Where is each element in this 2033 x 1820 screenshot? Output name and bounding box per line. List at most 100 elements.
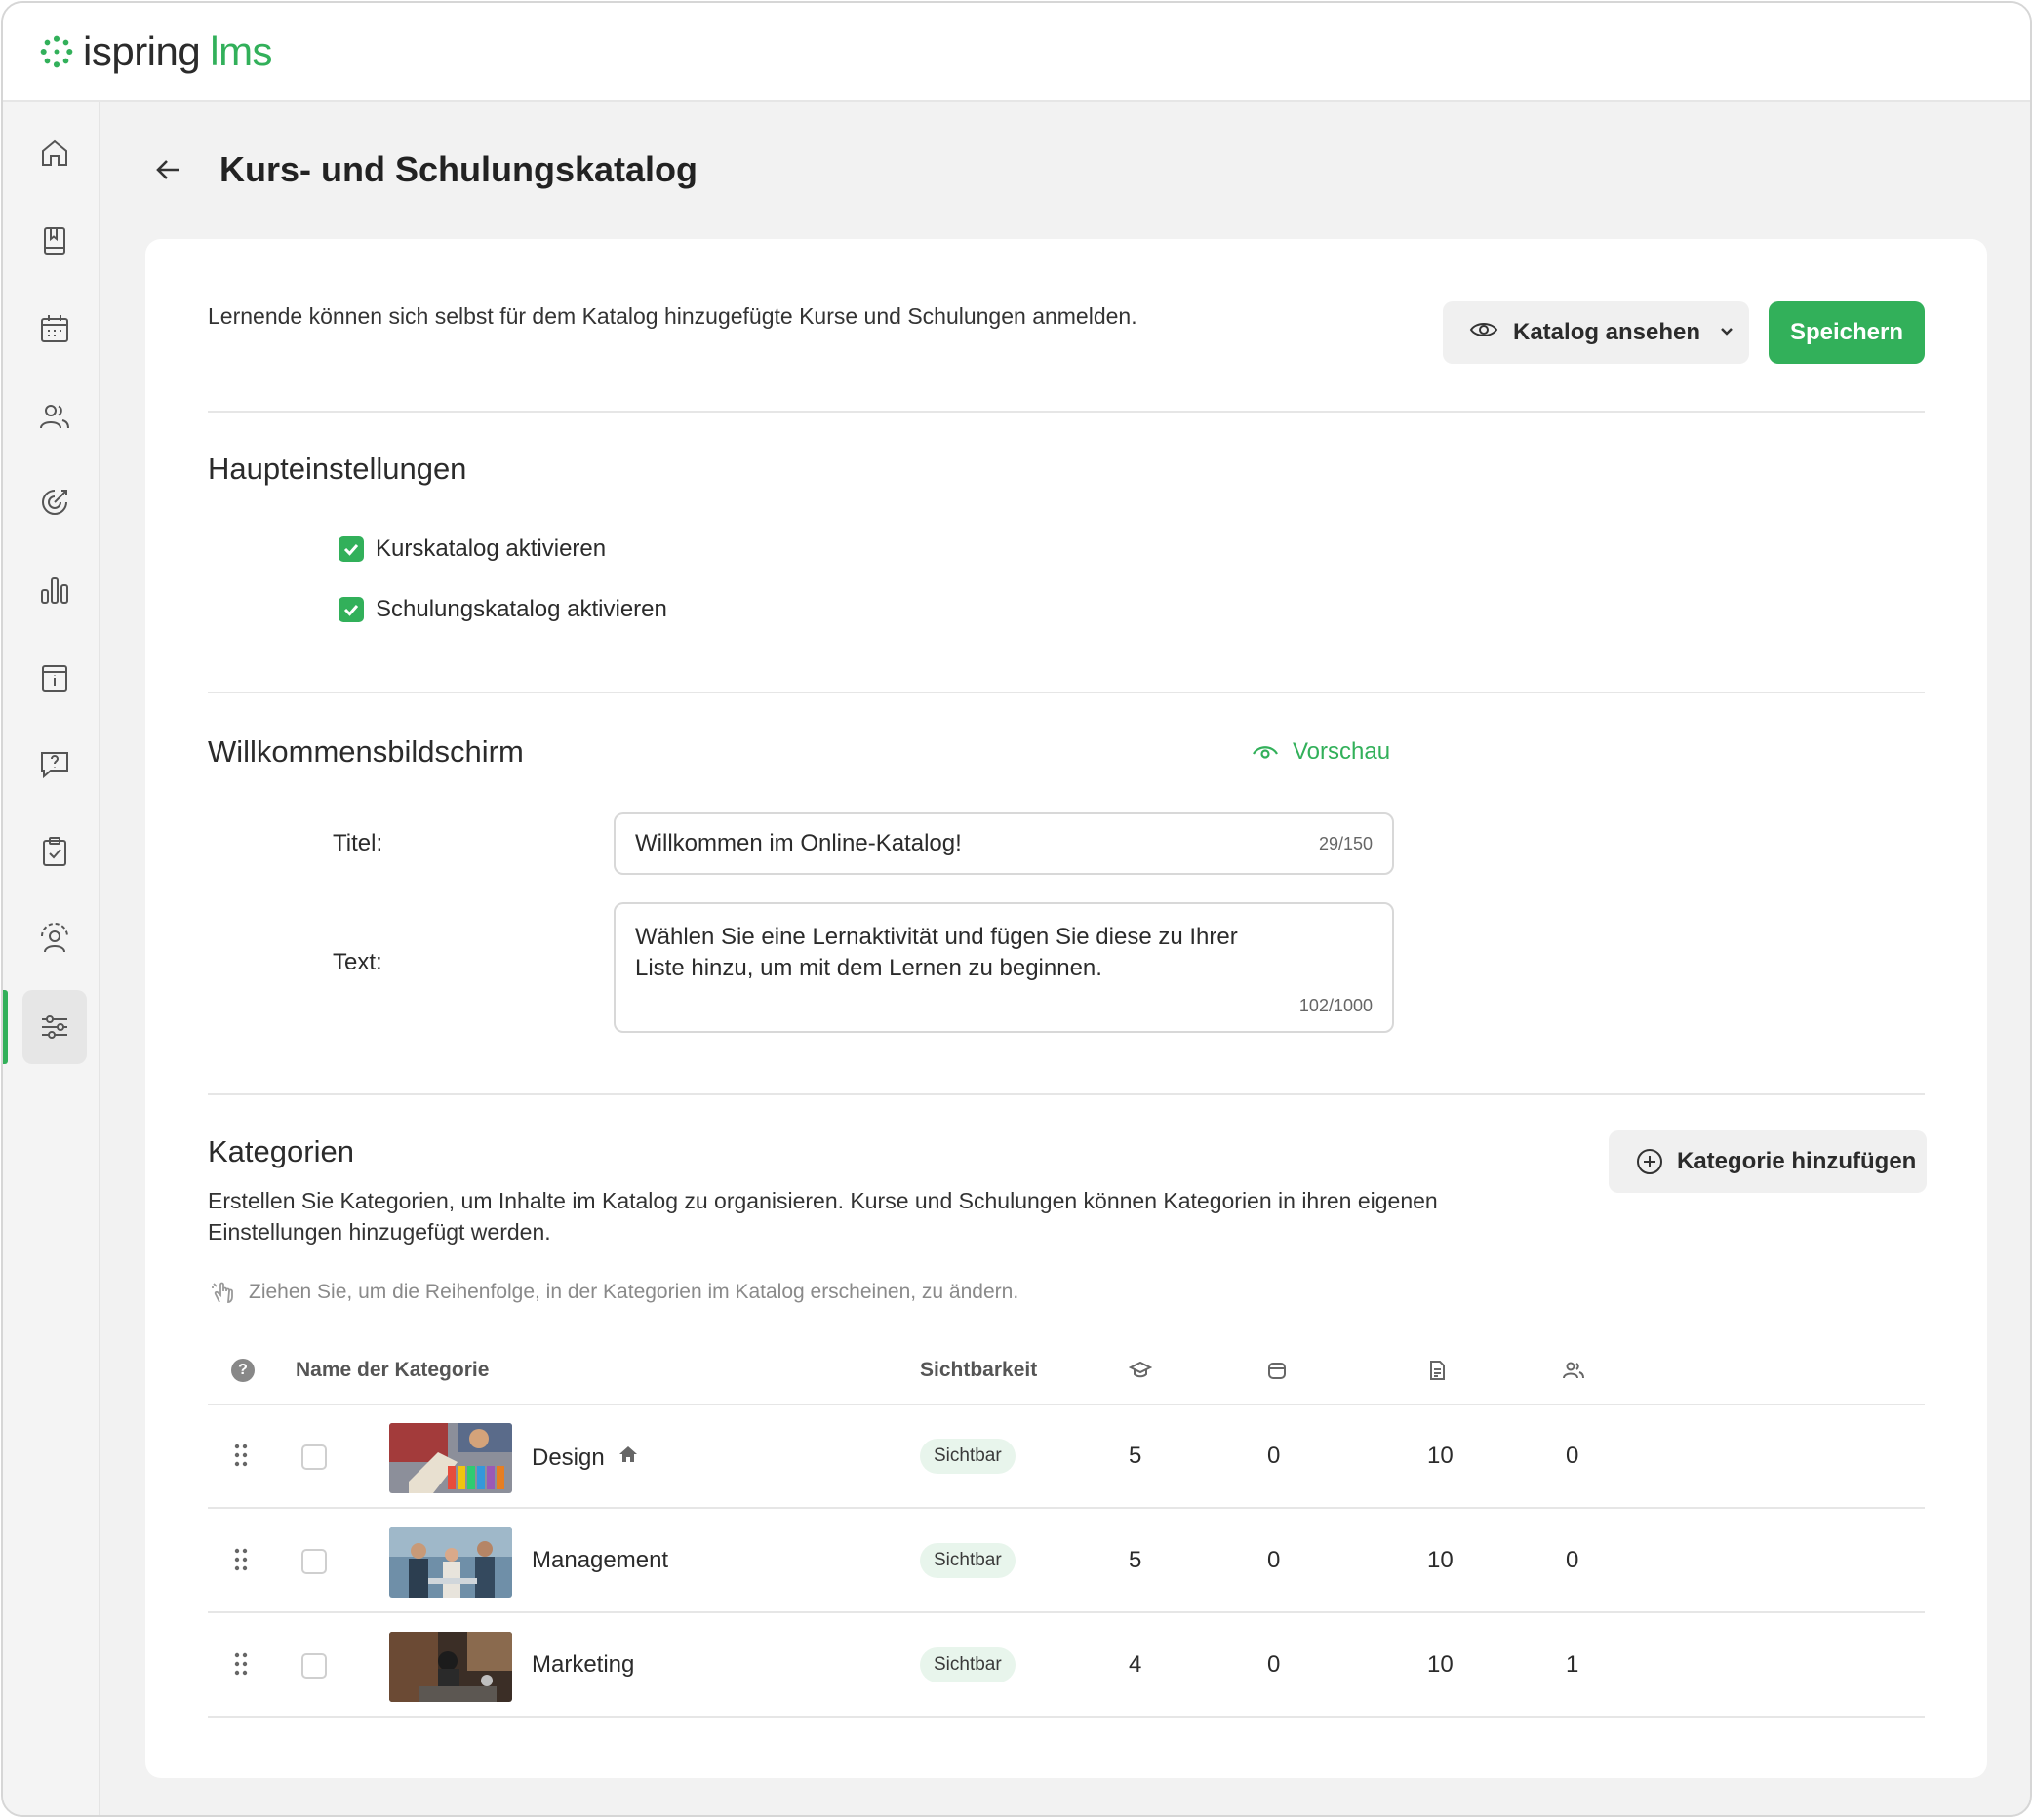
documents-count: 10 xyxy=(1427,1547,1454,1573)
welcome-title: Willkommensbildschirm xyxy=(208,734,524,769)
training-icon xyxy=(1268,1363,1286,1379)
visibility-badge: Sichtbar xyxy=(920,1543,1016,1578)
table-row[interactable]: Marketing Sichtbar 4 0 10 1 xyxy=(208,1614,1925,1718)
top-bar: ispring lms xyxy=(3,3,2030,102)
row-checkbox[interactable] xyxy=(301,1653,327,1679)
sidebar-item-settings[interactable] xyxy=(22,990,87,1064)
category-name-text: Marketing xyxy=(532,1651,635,1678)
divider xyxy=(208,692,1925,693)
sidebar-item-tasks[interactable] xyxy=(22,814,87,889)
target-icon xyxy=(42,490,67,515)
plus-circle-icon xyxy=(1637,1149,1662,1174)
column-header-trainings[interactable] xyxy=(1265,1359,1289,1388)
column-header-visibility[interactable]: Sichtbarkeit xyxy=(920,1359,1037,1382)
row-divider xyxy=(208,1716,1925,1718)
back-button[interactable] xyxy=(149,150,188,189)
save-button[interactable]: Speichern xyxy=(1769,301,1925,364)
category-name[interactable]: Management xyxy=(532,1547,668,1574)
user-gear-icon xyxy=(41,923,68,953)
drag-handle-icon[interactable] xyxy=(233,1651,249,1677)
drag-handle-icon[interactable] xyxy=(233,1443,249,1468)
text-input-line2: Liste hinzu, um mit dem Lernen zu beginn… xyxy=(635,955,1102,981)
text-field-label: Text: xyxy=(333,949,382,975)
text-input-line1: Wählen Sie eine Lernaktivität und fügen … xyxy=(635,924,1238,950)
sidebar-item-calendar[interactable] xyxy=(22,292,87,366)
trainings-count: 0 xyxy=(1267,1443,1281,1469)
logo-text-sub: lms xyxy=(210,28,273,74)
category-name-text: Management xyxy=(532,1547,669,1573)
active-indicator xyxy=(3,990,8,1064)
logo-text-main: ispring xyxy=(83,28,201,74)
preview-link[interactable]: Vorschau xyxy=(1250,736,1390,768)
text-input[interactable]: Wählen Sie eine Lernaktivität und fügen … xyxy=(614,902,1394,1033)
preview-label: Vorschau xyxy=(1293,738,1391,765)
sidebar-item-home[interactable] xyxy=(22,116,87,190)
row-checkbox[interactable] xyxy=(301,1444,327,1470)
row-checkbox[interactable] xyxy=(301,1549,327,1574)
view-catalog-button[interactable]: Katalog ansehen xyxy=(1443,301,1749,364)
sliders-icon xyxy=(42,1015,67,1039)
category-thumbnail-marketing xyxy=(389,1632,512,1702)
sidebar-item-profile-settings[interactable] xyxy=(22,902,87,976)
title-field-label: Titel: xyxy=(333,830,383,856)
sidebar-item-goals[interactable] xyxy=(22,465,87,539)
sidebar-item-reports[interactable] xyxy=(22,553,87,627)
divider xyxy=(208,1093,1925,1095)
drag-hint-text: Ziehen Sie, um die Reihenfolge, in der K… xyxy=(249,1281,1019,1303)
eye-icon xyxy=(1469,322,1498,336)
groups-count: 0 xyxy=(1566,1547,1579,1573)
column-header-name[interactable]: Name der Kategorie xyxy=(296,1359,489,1382)
category-name[interactable]: Design xyxy=(532,1443,640,1473)
drag-handle-icon[interactable] xyxy=(233,1547,249,1572)
book-icon xyxy=(44,227,65,255)
app-window: ispring lms Kurs- und Schulungskatalog L… xyxy=(1,1,2032,1817)
categories-title: Kategorien xyxy=(208,1134,354,1168)
row-divider xyxy=(208,1507,1925,1509)
question-icon xyxy=(41,752,68,779)
page-title: Kurs- und Schulungskatalog xyxy=(219,149,698,189)
sidebar-item-questions[interactable] xyxy=(22,727,87,801)
check-icon xyxy=(343,544,359,556)
home-icon xyxy=(605,1443,640,1473)
drag-hand-icon xyxy=(212,1282,233,1303)
table-row[interactable]: Design Sichtbar 5 0 10 0 xyxy=(208,1405,1925,1509)
view-catalog-label: Katalog ansehen xyxy=(1513,319,1701,345)
eye-icon xyxy=(1253,746,1278,759)
trainings-count: 0 xyxy=(1267,1651,1281,1678)
logo-icon xyxy=(40,35,73,68)
sidebar-item-users[interactable] xyxy=(22,379,87,454)
column-header-courses[interactable] xyxy=(1128,1359,1153,1388)
groups-count: 1 xyxy=(1566,1651,1579,1678)
page-header: Kurs- und Schulungskatalog xyxy=(149,149,698,190)
category-name[interactable]: Marketing xyxy=(532,1651,634,1679)
title-input-value: Willkommen im Online-Katalog! xyxy=(635,830,962,856)
trainings-count: 0 xyxy=(1267,1547,1281,1573)
main-settings-title: Haupteinstellungen xyxy=(208,452,467,486)
column-header-documents[interactable] xyxy=(1425,1359,1449,1388)
settings-card: Lernende können sich selbst für dem Kata… xyxy=(145,239,1987,1778)
category-thumbnail-design xyxy=(389,1423,512,1493)
table-row[interactable]: Management Sichtbar 5 0 10 0 xyxy=(208,1510,1925,1613)
documents-count: 10 xyxy=(1427,1443,1454,1469)
column-header-groups[interactable] xyxy=(1562,1359,1585,1388)
training-catalog-checkbox[interactable] xyxy=(339,597,364,622)
title-counter: 29/150 xyxy=(1318,834,1373,853)
sidebar-item-info[interactable] xyxy=(22,641,87,715)
groups-count: 0 xyxy=(1566,1443,1579,1469)
home-icon xyxy=(42,139,67,166)
sidebar-item-courses[interactable] xyxy=(22,204,87,278)
drag-hint: Ziehen Sie, um die Reihenfolge, in der K… xyxy=(210,1279,1018,1306)
add-category-button[interactable]: Kategorie hinzufügen xyxy=(1609,1130,1927,1193)
users-icon xyxy=(40,405,69,429)
training-catalog-option[interactable]: Schulungskatalog aktivieren xyxy=(339,596,667,623)
help-icon[interactable]: ? xyxy=(231,1359,255,1382)
title-input[interactable]: Willkommen im Online-Katalog! 29/150 xyxy=(614,812,1394,875)
course-catalog-checkbox[interactable] xyxy=(339,536,364,562)
courses-count: 5 xyxy=(1129,1443,1142,1469)
divider xyxy=(208,411,1925,413)
course-catalog-option[interactable]: Kurskatalog aktivieren xyxy=(339,535,606,563)
courses-count: 4 xyxy=(1129,1651,1142,1678)
visibility-badge: Sichtbar xyxy=(920,1647,1016,1682)
text-counter: 102/1000 xyxy=(1298,996,1373,1015)
ispring-logo[interactable]: ispring lms xyxy=(38,28,273,75)
